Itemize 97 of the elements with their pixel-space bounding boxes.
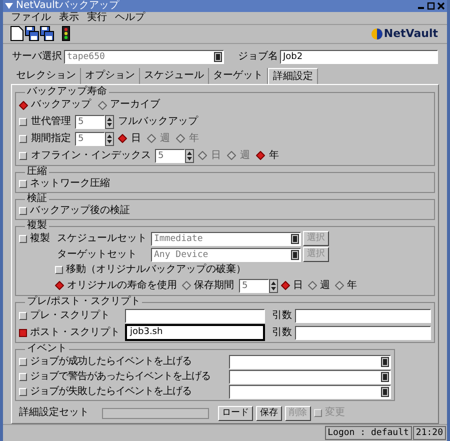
menu-item[interactable]: 表示 (59, 12, 79, 24)
group-title: イベント (26, 344, 68, 354)
dropdown[interactable]: Any Device (151, 248, 301, 262)
group-title: 圧縮 (26, 167, 48, 178)
dropdown-arrow-icon[interactable] (381, 372, 389, 382)
radio-button[interactable] (55, 281, 64, 290)
floppy-icon[interactable] (25, 26, 39, 42)
spin-field[interactable]: 5 (75, 132, 105, 146)
radio-button[interactable] (281, 281, 290, 290)
radio-label: 日 (293, 280, 303, 292)
status-text: Logon : default (324, 426, 412, 440)
group-title: 複製 (26, 221, 48, 232)
spin-arrows-icon[interactable] (105, 114, 114, 129)
radio-label: アーカイブ (110, 99, 160, 112)
radio-button[interactable] (176, 134, 185, 144)
field-label: 引数 (272, 326, 292, 339)
spin-arrows-icon[interactable] (185, 148, 194, 163)
input-field[interactable] (125, 308, 265, 323)
checkbox-label: ジョブが失敗したらイベントを上げる (30, 386, 192, 398)
checkbox-label: ジョブが成功したらイベントを上げる (30, 356, 192, 368)
logo-text: NetVault (384, 28, 438, 40)
group-title: 検証 (26, 194, 48, 204)
button[interactable]: 保存 (256, 406, 282, 421)
checkbox-label: 期間指定 (31, 132, 71, 145)
radio-button[interactable] (147, 134, 156, 144)
radio-button[interactable] (198, 151, 207, 160)
radio-label: 週 (240, 150, 250, 162)
dropdown[interactable] (229, 370, 391, 384)
status-clock: 21:20 (412, 426, 446, 440)
spin-arrows-icon[interactable] (105, 132, 114, 146)
checkbox-label: ポスト・スクリプト (30, 326, 121, 339)
checkbox-label: ジョブで警告があったらイベントを上げる (30, 370, 212, 383)
logo-icon (370, 28, 383, 40)
field-label: 詳細設定セット (19, 407, 90, 420)
button[interactable]: ロード (218, 406, 253, 421)
checkbox-label: バックアップ後の検証 (30, 205, 130, 218)
floppy-icon[interactable] (40, 26, 54, 42)
traffic-light-icon[interactable] (59, 26, 73, 42)
field-label: ターゲットセット (57, 248, 138, 261)
radio-label: 保存期間 (194, 280, 234, 292)
checkbox-label: オフライン・インデックス (31, 150, 151, 162)
radio-label: 年 (189, 132, 199, 145)
radio-label: オリジナルの寿命を使用 (67, 280, 177, 292)
input-field[interactable]: Job2 (280, 50, 438, 64)
field-label: 引数 (272, 310, 292, 322)
checkbox-label: 世代管理 (31, 116, 71, 128)
spin-field[interactable]: 5 (75, 114, 105, 129)
maximize-icon[interactable] (427, 2, 435, 10)
radio-button[interactable] (335, 281, 344, 290)
dropdown-arrow-icon[interactable] (214, 52, 222, 62)
group-title: バックアップ寿命 (26, 87, 108, 98)
checkbox-label: ネットワーク圧縮 (30, 178, 110, 190)
label: フルバックアップ (118, 116, 198, 128)
group-title: プレ/ポスト・スクリプト (26, 297, 142, 308)
menu-item[interactable]: ファイル (11, 12, 51, 24)
dropdown-arrow-icon[interactable] (381, 386, 389, 397)
radio-label: 週 (160, 132, 170, 145)
radio-label: 週 (320, 280, 330, 292)
radio-button[interactable] (227, 151, 236, 160)
field-label: サーバ選択 (12, 51, 62, 64)
checkbox-label: 複製 (30, 232, 50, 245)
radio-label: 日 (131, 132, 141, 145)
dropdown[interactable]: tape650 (64, 50, 224, 64)
menu-item[interactable]: 実行 (87, 12, 107, 24)
input-field[interactable] (295, 326, 431, 340)
tab[interactable]: 詳細設定 (268, 68, 318, 84)
radio-button[interactable] (182, 281, 191, 290)
radio-button[interactable] (98, 100, 107, 110)
input-field[interactable] (295, 308, 431, 323)
field-label: スケジュールセット (57, 232, 148, 245)
dropdown[interactable] (229, 354, 391, 369)
radio-label: バックアップ (31, 99, 91, 112)
dropdown[interactable]: Immediate (151, 232, 301, 246)
dropdown-arrow-icon[interactable] (381, 356, 389, 367)
radio-label: 日 (211, 150, 221, 162)
input-field[interactable] (102, 408, 209, 419)
input-field[interactable]: job3.sh (125, 324, 265, 342)
radio-button[interactable] (256, 151, 265, 160)
document-icon[interactable] (10, 26, 24, 42)
dropdown-arrow-icon[interactable] (291, 234, 299, 244)
radio-button[interactable] (19, 100, 28, 110)
checkbox-label: プレ・スクリプト (30, 310, 111, 322)
spin-arrows-icon[interactable] (269, 278, 278, 293)
close-icon[interactable] (437, 2, 445, 10)
spin-field[interactable]: 5 (155, 148, 185, 163)
radio-label: 年 (269, 150, 279, 162)
spin-field[interactable]: 5 (239, 278, 269, 293)
field-label: ジョブ名 (238, 51, 278, 64)
dropdown[interactable] (229, 384, 391, 399)
radio-button[interactable] (308, 281, 317, 290)
menu-item[interactable]: ヘルプ (115, 12, 145, 24)
checkbox-label: 移動（オリジナルバックアップの破棄） (66, 264, 246, 276)
window-menu-icon[interactable] (5, 2, 13, 9)
checkbox[interactable] (19, 328, 27, 337)
radio-label: 年 (347, 280, 357, 292)
radio-button[interactable] (118, 134, 127, 144)
dropdown-arrow-icon[interactable] (291, 250, 299, 260)
